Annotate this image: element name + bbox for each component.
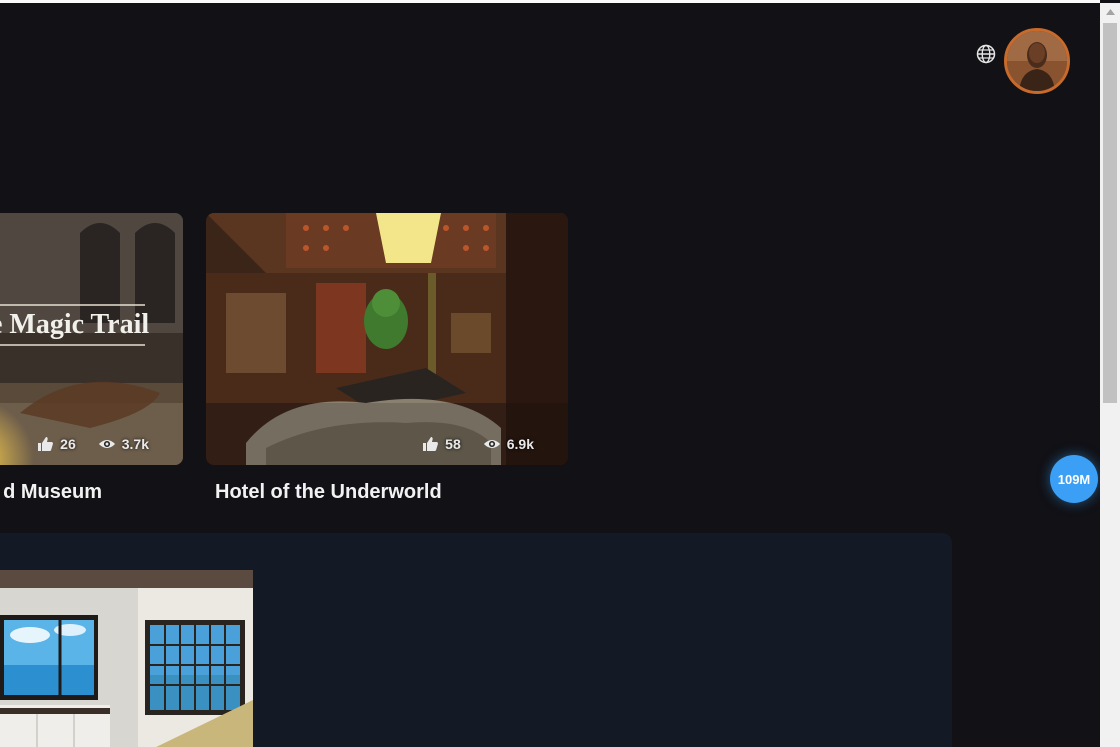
view-count: 3.7k: [121, 436, 149, 452]
view-count: 6.9k: [506, 436, 534, 452]
card-stats: 26 3.7k: [36, 435, 149, 453]
thumbs-up-icon: [421, 435, 439, 453]
thumbs-up-icon: [36, 435, 54, 453]
card-title[interactable]: Hotel of the Underworld: [215, 481, 442, 504]
language-button[interactable]: [975, 43, 997, 65]
experience-card[interactable]: e Magic Trail 26 3.7k: [0, 213, 183, 465]
points-badge-button[interactable]: 109M: [1050, 455, 1098, 503]
like-count: 26: [60, 436, 76, 452]
card-thumbnail: e Magic Trail: [0, 213, 183, 465]
user-avatar[interactable]: [1004, 28, 1070, 94]
page: e Magic Trail 26 3.7k 58 6.9k d Museum H…: [0, 3, 1100, 747]
room-image: [0, 570, 253, 747]
globe-icon: [976, 44, 996, 64]
card-stats: 58 6.9k: [421, 435, 534, 453]
card-title-text: d Museum: [3, 481, 102, 503]
svg-text:e Magic Trail: e Magic Trail: [0, 309, 149, 340]
room-thumbnail[interactable]: [0, 570, 253, 747]
card-thumbnail: [206, 213, 568, 465]
card-title[interactable]: d Museum: [0, 481, 183, 504]
like-count: 58: [445, 436, 461, 452]
scroll-up-button[interactable]: [1100, 3, 1120, 20]
chevron-up-icon: [1105, 8, 1115, 15]
scrollbar-thumb[interactable]: [1103, 23, 1117, 403]
eye-icon: [98, 435, 116, 453]
eye-icon: [483, 435, 501, 453]
vertical-scrollbar[interactable]: [1100, 3, 1120, 747]
avatar-image: [1007, 31, 1067, 91]
experience-card[interactable]: 58 6.9k: [206, 213, 568, 465]
